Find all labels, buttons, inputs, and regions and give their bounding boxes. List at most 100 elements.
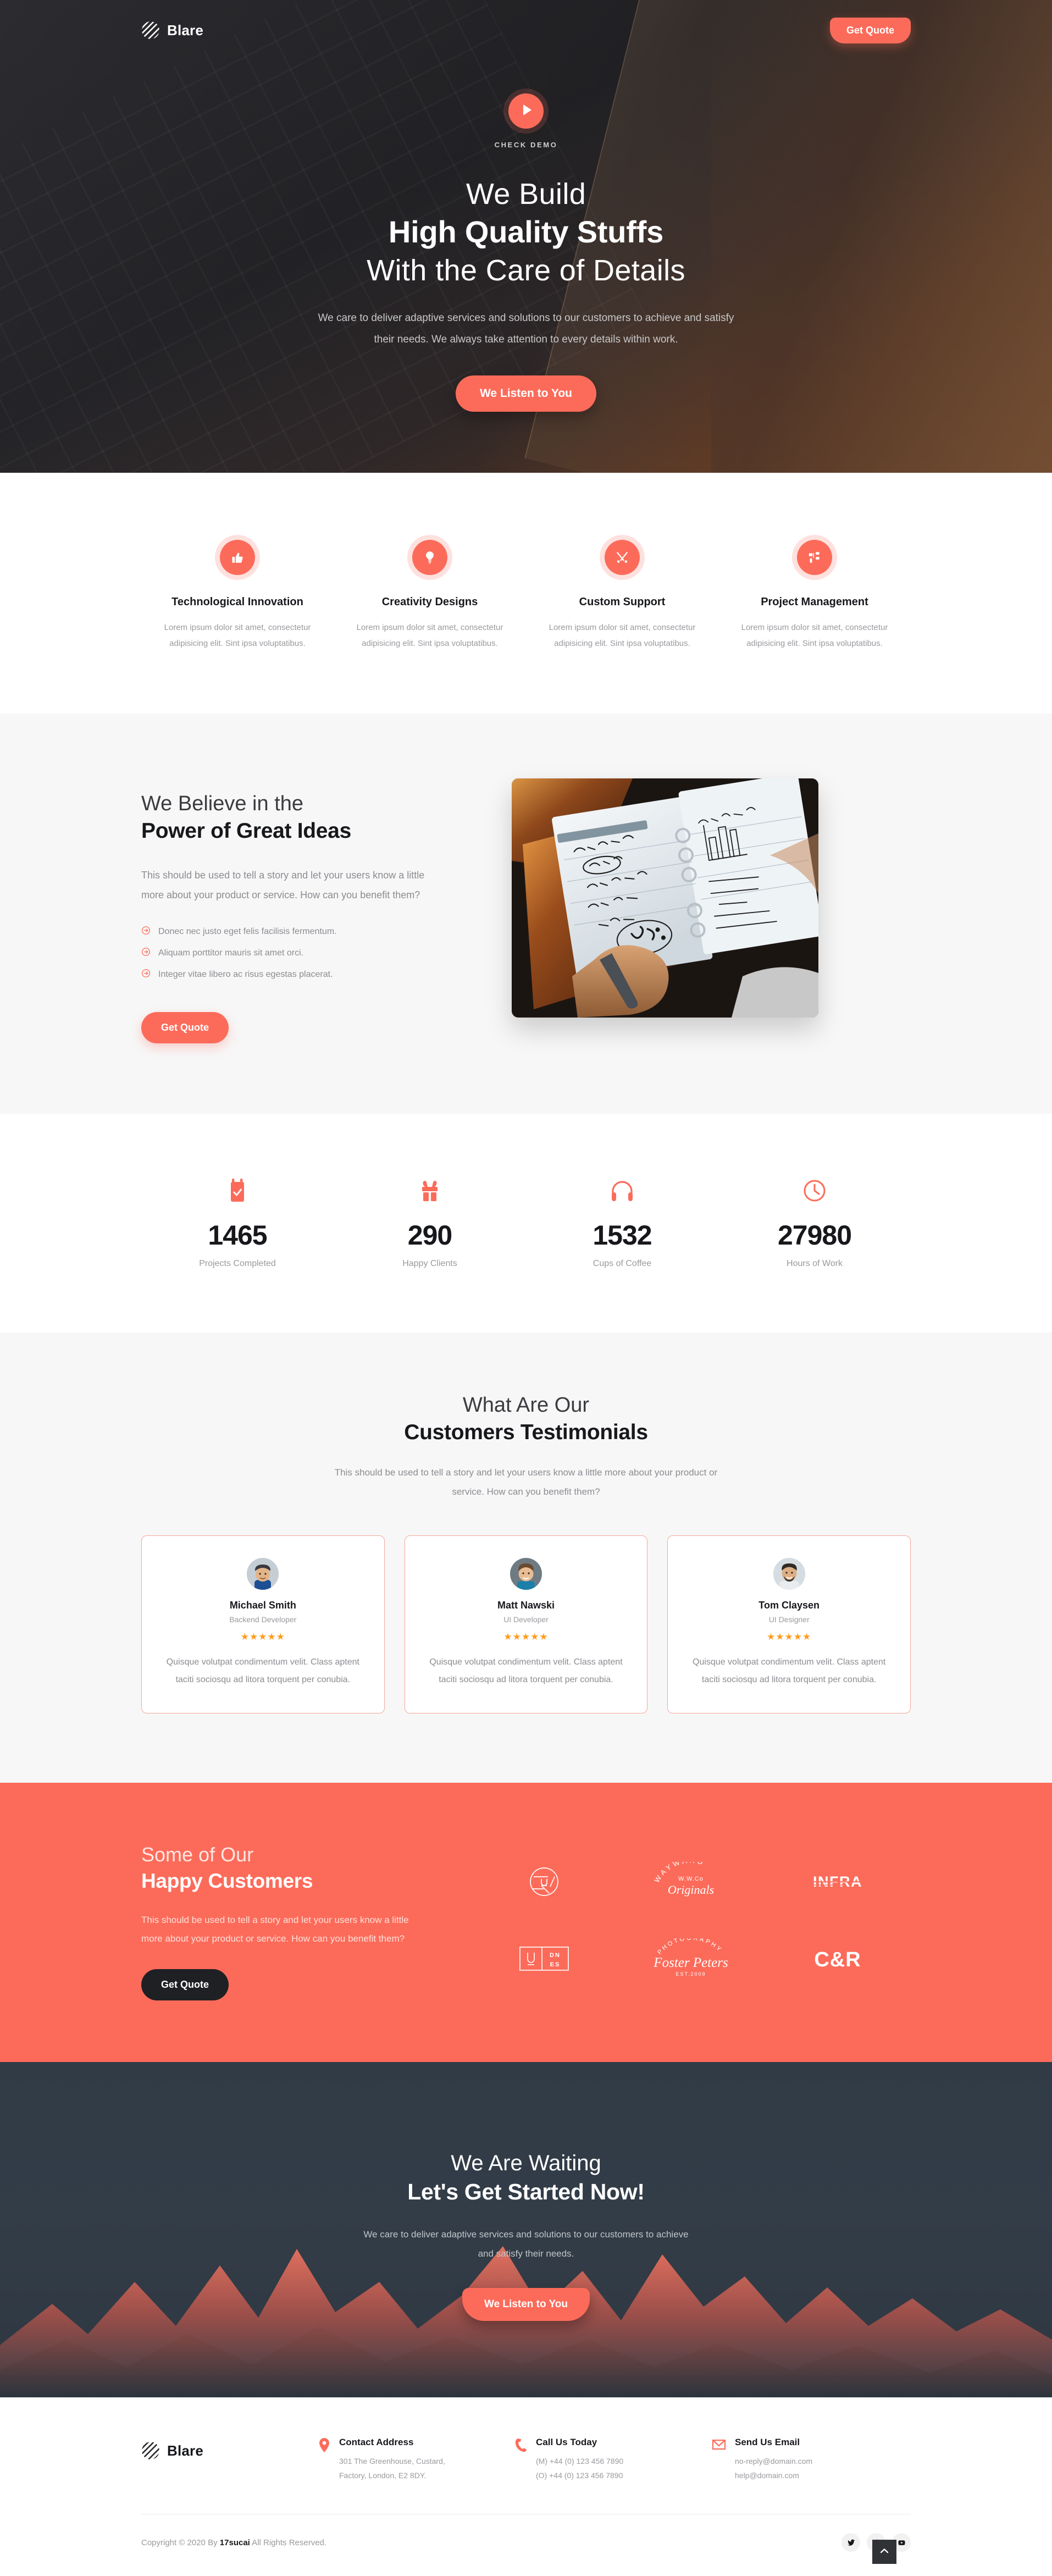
wayward-originals-logo-icon[interactable]: WAYWARD W.W.Co Originals <box>650 1856 732 1907</box>
testimonial-name: Tom Claysen <box>758 1600 820 1611</box>
clients-description: This should be used to tell a story and … <box>141 1915 409 1944</box>
copyright-prefix: Copyright © 2020 By <box>141 2538 220 2547</box>
we-listen-to-you-button-cta[interactable]: We Listen to You <box>462 2287 590 2321</box>
list-item: Donec nec justo eget felis facilisis fer… <box>141 926 464 938</box>
contact-line: no-reply@domain.com <box>735 2457 813 2466</box>
top-navigation-bar: Blare Get Quote <box>141 0 911 60</box>
counter-value: 290 <box>407 1219 452 1251</box>
phone-icon <box>515 2437 527 2483</box>
foster-peters-photography-logo-icon[interactable]: PHOTOGRAPHY Foster Peters EST.2009 <box>644 1933 738 1984</box>
service-title: Technological Innovation <box>171 596 303 608</box>
svg-text:C&R: C&R <box>814 1948 861 1971</box>
testimonial-card[interactable]: Tom Claysen UI Designer ★★★★★ Quisque vo… <box>667 1535 911 1714</box>
avatar <box>773 1558 805 1590</box>
service-card[interactable]: Creativity Designs Lorem ipsum dolor sit… <box>334 540 526 652</box>
hero-title: We Build High Quality Stuffs With the Ca… <box>141 175 911 289</box>
counter-item: 1465 Projects Completed <box>141 1175 334 1269</box>
list-item-label: Integer vitae libero ac risus egestas pl… <box>158 969 333 979</box>
infra-logo-icon[interactable]: INFRA <box>805 1856 871 1907</box>
great-ideas-section: We Believe in the Power of Great Ideas T… <box>0 713 1052 1114</box>
testimonial-name: Michael Smith <box>229 1600 296 1611</box>
service-card[interactable]: Project Management Lorem ipsum dolor sit… <box>718 540 911 652</box>
clock-icon <box>718 1175 911 1206</box>
testimonial-role: UI Developer <box>503 1615 549 1624</box>
get-quote-button-header[interactable]: Get Quote <box>829 17 911 43</box>
testimonial-text: Quisque volutpat condimentum velit. Clas… <box>166 1657 359 1685</box>
happy-customers-section: Some of Our Happy Customers This should … <box>0 1783 1052 2063</box>
contact-line: (O) +44 (0) 123 456 7890 <box>536 2471 623 2480</box>
udnes-logo-icon[interactable]: DN ES <box>518 1933 571 1984</box>
testimonials-heading: What Are Our Customers Testimonials This… <box>141 1392 911 1502</box>
avatar <box>247 1558 279 1590</box>
we-listen-to-you-button-hero[interactable]: We Listen to You <box>455 375 596 412</box>
cta-kicker: We Are Waiting <box>451 2151 601 2176</box>
play-demo-button[interactable] <box>508 93 544 129</box>
svg-text:PHOTOGRAPHY: PHOTOGRAPHY <box>656 1938 723 1956</box>
counter-value: 1465 <box>208 1219 267 1251</box>
service-title: Project Management <box>761 596 868 608</box>
testimonial-name: Matt Nawski <box>497 1600 555 1611</box>
footer-contact-address: Contact Address 301 The Greenhouse, Cust… <box>318 2437 483 2483</box>
scroll-to-top-button[interactable] <box>872 2540 896 2564</box>
svg-text:W.W.Co: W.W.Co <box>678 1876 704 1882</box>
aperture-u-logo-icon[interactable] <box>527 1856 561 1907</box>
c-and-r-logo-icon[interactable]: C&R <box>809 1933 867 1984</box>
contact-title: Contact Address <box>339 2437 414 2448</box>
brand-name: Blare <box>167 21 204 38</box>
ideas-kicker: We Believe in the <box>141 792 304 815</box>
footer: Blare Contact Address 301 The Greenhouse… <box>0 2397 1052 2576</box>
twitter-icon[interactable] <box>841 2533 860 2552</box>
clients-kicker: Some of Our <box>141 1843 254 1866</box>
testimonials-kicker: What Are Our <box>462 1393 590 1417</box>
lightbulb-icon <box>412 540 447 575</box>
testimonials-grid: Michael Smith Backend Developer ★★★★★ Qu… <box>141 1535 911 1714</box>
map-pin-icon <box>318 2437 330 2483</box>
svg-text:ES: ES <box>550 1961 561 1968</box>
service-card[interactable]: Technological Innovation Lorem ipsum dol… <box>141 540 334 652</box>
ideas-headline: Power of Great Ideas <box>141 819 351 843</box>
hero-title-line1: We Build <box>466 178 586 211</box>
brand-logo[interactable]: Blare <box>141 21 203 40</box>
get-quote-button-ideas[interactable]: Get Quote <box>141 1011 229 1043</box>
service-title: Custom Support <box>579 596 666 608</box>
footer-phone: Call Us Today (M) +44 (0) 123 456 7890 (… <box>515 2437 680 2483</box>
counter-value: 1532 <box>593 1219 652 1251</box>
testimonial-text: Quisque volutpat condimentum velit. Clas… <box>693 1657 886 1685</box>
check-demo-label: CHECK DEMO <box>494 141 558 149</box>
hero-title-line2: High Quality Stuffs <box>388 214 664 250</box>
ideas-bullet-list: Donec nec justo eget felis facilisis fer… <box>141 926 464 981</box>
counter-item: 290 Happy Clients <box>334 1175 526 1269</box>
testimonial-card[interactable]: Michael Smith Backend Developer ★★★★★ Qu… <box>141 1535 385 1714</box>
testimonials-description: This should be used to tell a story and … <box>334 1467 718 1497</box>
gift-icon <box>334 1175 526 1206</box>
service-title: Creativity Designs <box>381 596 478 608</box>
testimonial-role: UI Designer <box>768 1615 810 1624</box>
footer-brand-logo[interactable]: Blare <box>141 2437 286 2460</box>
counter-label: Happy Clients <box>402 1258 457 1268</box>
counter-label: Projects Completed <box>199 1258 276 1268</box>
hero-section: Blare Get Quote CHECK DEMO We Build High… <box>0 0 1052 473</box>
play-icon <box>519 104 533 119</box>
get-quote-button-clients[interactable]: Get Quote <box>141 1969 229 2001</box>
client-logos-grid: WAYWARD W.W.Co Originals INFRA <box>471 1842 911 1984</box>
testimonial-text: Quisque volutpat condimentum velit. Clas… <box>429 1657 623 1685</box>
footer-brand-name: Blare <box>167 2442 204 2459</box>
ideas-text-column: We Believe in the Power of Great Ideas T… <box>141 778 464 1043</box>
svg-text:Foster Peters: Foster Peters <box>653 1955 728 1970</box>
hero-description: We care to deliver adaptive services and… <box>318 312 734 345</box>
testimonial-role: Backend Developer <box>229 1615 297 1624</box>
service-card[interactable]: Custom Support Lorem ipsum dolor sit ame… <box>526 540 718 652</box>
ideas-description: This should be used to tell a story and … <box>141 869 425 900</box>
footer-email: Send Us Email no-reply@domain.com help@d… <box>712 2437 877 2483</box>
service-text: Lorem ipsum dolor sit amet, consectetur … <box>741 623 888 649</box>
hero-title-line3: With the Care of Details <box>367 253 685 287</box>
chevron-up-icon <box>880 2547 889 2557</box>
list-item-label: Donec nec justo eget felis facilisis fer… <box>158 926 337 936</box>
list-item: Integer vitae libero ac risus egestas pl… <box>141 969 464 981</box>
list-item-label: Aliquam porttitor mauris sit amet orci. <box>158 948 304 958</box>
testimonial-card[interactable]: Matt Nawski UI Developer ★★★★★ Quisque v… <box>404 1535 648 1714</box>
counters-section: 1465 Projects Completed 290 Happy Client… <box>0 1113 1052 1333</box>
avatar <box>510 1558 542 1590</box>
services-section: Technological Innovation Lorem ipsum dol… <box>0 473 1052 714</box>
calendar-check-icon <box>141 1175 334 1206</box>
